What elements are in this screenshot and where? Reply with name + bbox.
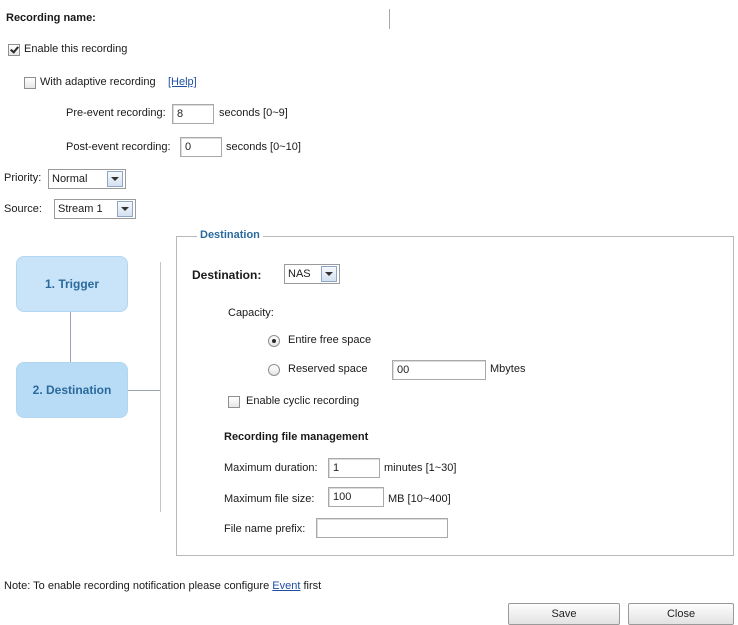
- chevron-down-icon: [117, 201, 133, 217]
- max-file-size-unit: MB [10~400]: [388, 493, 451, 505]
- step-trigger[interactable]: 1. Trigger: [16, 256, 128, 312]
- adaptive-recording-label: With adaptive recording: [40, 76, 156, 88]
- pre-event-input[interactable]: [172, 104, 214, 124]
- reserved-space-unit: Mbytes: [490, 363, 526, 375]
- source-label: Source:: [4, 203, 42, 215]
- pre-event-unit: seconds [0~9]: [219, 107, 288, 119]
- step-destination[interactable]: 2. Destination: [16, 362, 128, 418]
- file-management-title: Recording file management: [224, 431, 369, 443]
- enable-recording-checkbox[interactable]: [8, 44, 20, 56]
- reserved-space-input[interactable]: [392, 360, 486, 380]
- chevron-down-icon: [107, 171, 123, 187]
- post-event-label: Post-event recording:: [66, 141, 171, 153]
- max-file-size-input[interactable]: [328, 487, 384, 507]
- enable-recording-label: Enable this recording: [24, 43, 128, 55]
- recording-name-input[interactable]: [122, 9, 390, 29]
- step-trigger-label: 1. Trigger: [44, 277, 100, 291]
- reserved-space-radio[interactable]: [268, 364, 280, 376]
- step-bracket-line: [128, 390, 160, 391]
- source-value: Stream 1: [58, 203, 103, 215]
- priority-select[interactable]: Normal: [48, 169, 126, 189]
- max-file-size-label: Maximum file size:: [224, 493, 315, 505]
- note-prefix: Note: To enable recording notification p…: [4, 580, 273, 592]
- step-destination-label: 2. Destination: [32, 383, 112, 397]
- save-button-label: Save: [551, 608, 577, 620]
- destination-legend: Destination: [197, 229, 263, 241]
- close-button[interactable]: Close: [628, 603, 734, 625]
- file-prefix-input[interactable]: [316, 518, 448, 538]
- step-bracket: [160, 262, 161, 512]
- adaptive-recording-checkbox[interactable]: [24, 77, 36, 89]
- post-event-input[interactable]: [180, 137, 222, 157]
- note-text: Note: To enable recording notification p…: [4, 580, 321, 592]
- event-link[interactable]: Event: [272, 580, 300, 592]
- save-button[interactable]: Save: [508, 603, 620, 625]
- max-duration-unit: minutes [1~30]: [384, 462, 457, 474]
- adaptive-help-link[interactable]: [Help]: [168, 76, 197, 88]
- cyclic-recording-checkbox[interactable]: [228, 396, 240, 408]
- cyclic-recording-label: Enable cyclic recording: [246, 395, 360, 407]
- chevron-down-icon: [321, 266, 337, 282]
- priority-value: Normal: [52, 173, 88, 185]
- source-select[interactable]: Stream 1: [54, 199, 136, 219]
- destination-label: Destination:: [192, 268, 262, 282]
- max-duration-input[interactable]: [328, 458, 380, 478]
- file-prefix-label: File name prefix:: [224, 523, 306, 535]
- priority-label: Priority:: [4, 172, 42, 184]
- close-button-label: Close: [666, 608, 696, 620]
- pre-event-label: Pre-event recording:: [66, 107, 166, 119]
- reserved-space-label: Reserved space: [288, 363, 368, 375]
- destination-select[interactable]: NAS: [284, 264, 340, 284]
- recording-name-label: Recording name:: [6, 12, 96, 24]
- post-event-unit: seconds [0~10]: [226, 141, 301, 153]
- capacity-label: Capacity:: [228, 307, 274, 319]
- destination-value: NAS: [288, 268, 311, 280]
- entire-free-space-radio[interactable]: [268, 335, 280, 347]
- step-connector: [70, 312, 71, 362]
- entire-free-space-label: Entire free space: [288, 334, 372, 346]
- note-suffix: first: [300, 580, 322, 592]
- max-duration-label: Maximum duration:: [224, 462, 318, 474]
